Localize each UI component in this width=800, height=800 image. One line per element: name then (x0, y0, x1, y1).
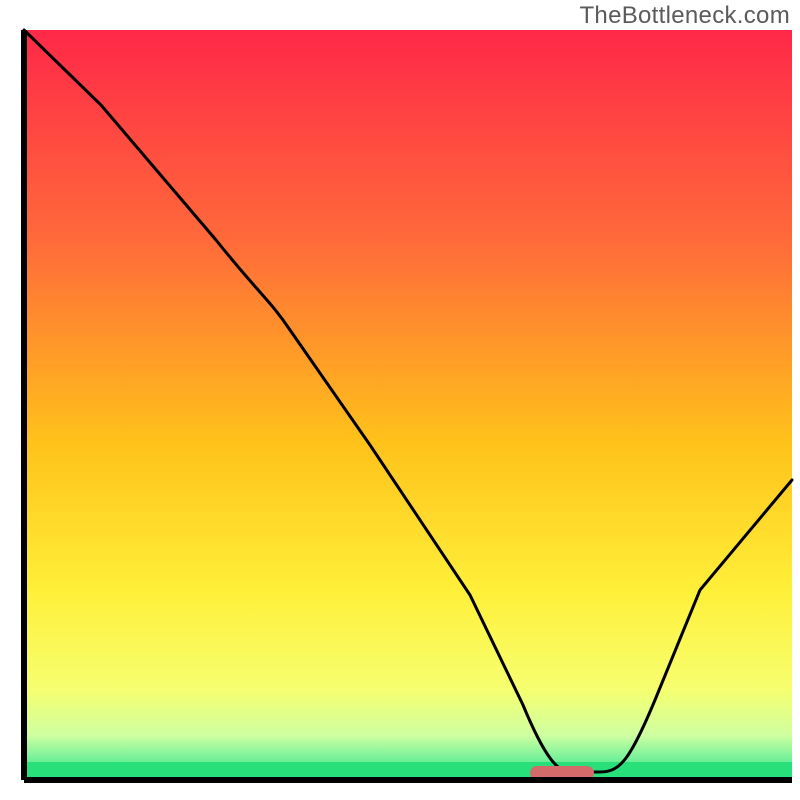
gradient-fill (24, 30, 792, 780)
watermark-text: TheBottleneck.com (579, 2, 790, 30)
chart-svg (0, 0, 800, 800)
bottleneck-chart: TheBottleneck.com (0, 0, 800, 800)
